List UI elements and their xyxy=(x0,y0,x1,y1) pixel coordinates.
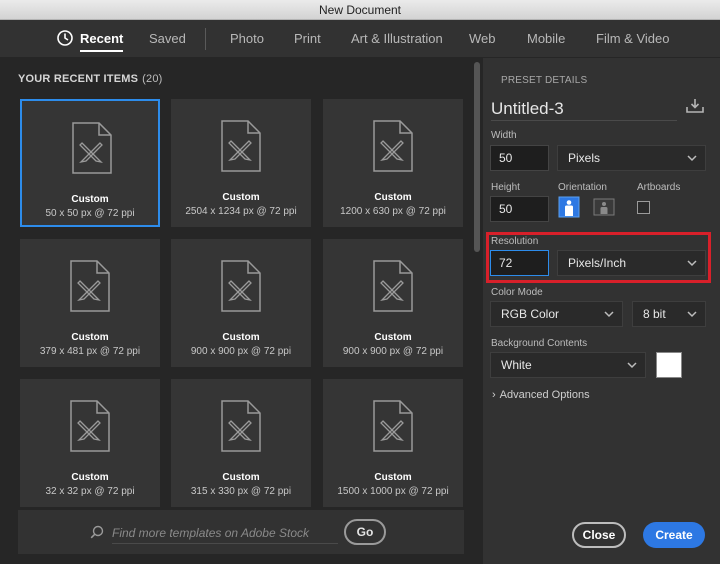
document-icon xyxy=(373,120,413,172)
background-contents-dropdown[interactable]: White xyxy=(490,352,646,378)
save-preset-icon[interactable] xyxy=(685,98,705,114)
document-icon xyxy=(70,260,110,312)
recent-item-card[interactable]: Custom 2504 x 1234 px @ 72 ppi xyxy=(171,99,311,227)
tab-mobile[interactable]: Mobile xyxy=(527,20,565,58)
card-title: Custom xyxy=(71,472,109,483)
tab-print[interactable]: Print xyxy=(294,20,321,58)
document-name-input[interactable] xyxy=(491,97,677,121)
color-mode-label: Color Mode xyxy=(491,287,543,298)
chevron-down-icon xyxy=(604,311,614,318)
tab-divider xyxy=(205,28,206,50)
document-icon xyxy=(70,400,110,452)
card-details: 1200 x 630 px @ 72 ppi xyxy=(340,206,446,217)
recent-item-card[interactable]: Custom 32 x 32 px @ 72 ppi xyxy=(20,379,160,507)
card-details: 315 x 330 px @ 72 ppi xyxy=(190,486,292,497)
chevron-down-icon xyxy=(687,155,697,162)
card-title: Custom xyxy=(222,472,260,483)
document-icon xyxy=(373,260,413,312)
document-icon xyxy=(72,122,112,174)
recent-items-heading: YOUR RECENT ITEMS (20) xyxy=(18,73,163,85)
search-icon xyxy=(90,525,104,539)
tab-art-illustration[interactable]: Art & Illustration xyxy=(351,20,443,58)
recent-item-card[interactable]: Custom 900 x 900 px @ 72 ppi xyxy=(323,239,463,367)
bit-depth-dropdown[interactable]: 8 bit xyxy=(632,301,706,327)
document-icon xyxy=(221,120,261,172)
tab-recent[interactable]: Recent xyxy=(80,20,124,58)
card-details: 379 x 481 px @ 72 ppi xyxy=(39,346,141,357)
window-titlebar: New Document xyxy=(0,0,720,20)
recent-item-card[interactable]: Custom 50 x 50 px @ 72 ppi xyxy=(20,99,160,227)
width-input[interactable] xyxy=(490,145,549,171)
tab-saved[interactable]: Saved xyxy=(149,20,186,58)
recent-items-scrollbar[interactable] xyxy=(474,62,480,252)
card-title: Custom xyxy=(71,194,109,205)
document-icon xyxy=(221,260,261,312)
recent-items-count: (20) xyxy=(142,73,163,85)
artboards-label: Artboards xyxy=(637,182,681,193)
active-tab-indicator xyxy=(80,50,124,52)
orientation-label: Orientation xyxy=(558,182,607,193)
advanced-options-toggle[interactable]: › Advanced Options xyxy=(492,389,590,401)
close-button[interactable]: Close xyxy=(572,522,626,548)
resolution-input[interactable] xyxy=(490,250,549,276)
preset-details-label: PRESET DETAILS xyxy=(501,75,588,86)
window-title: New Document xyxy=(318,3,402,17)
background-color-swatch[interactable] xyxy=(656,352,682,378)
card-title: Custom xyxy=(374,332,412,343)
card-title: Custom xyxy=(71,332,109,343)
recent-item-card[interactable]: Custom 900 x 900 px @ 72 ppi xyxy=(171,239,311,367)
card-title: Custom xyxy=(374,192,412,203)
width-unit-dropdown[interactable]: Pixels xyxy=(557,145,706,171)
landscape-orientation-icon[interactable] xyxy=(593,196,615,218)
background-contents-label: Background Contents xyxy=(491,338,588,349)
height-label: Height xyxy=(491,182,520,193)
adobe-stock-search-bar: Go xyxy=(18,510,464,554)
document-icon xyxy=(221,400,261,452)
card-details: 32 x 32 px @ 72 ppi xyxy=(45,486,135,497)
resolution-label: Resolution xyxy=(491,236,539,247)
recent-item-card[interactable]: Custom 379 x 481 px @ 72 ppi xyxy=(20,239,160,367)
tab-film-video[interactable]: Film & Video xyxy=(596,20,669,58)
recent-item-card[interactable]: Custom 1500 x 1000 px @ 72 ppi xyxy=(323,379,463,507)
document-icon xyxy=(373,400,413,452)
chevron-down-icon xyxy=(687,311,697,318)
card-title: Custom xyxy=(222,192,260,203)
chevron-down-icon xyxy=(627,362,637,369)
recent-item-card[interactable]: Custom 315 x 330 px @ 72 ppi xyxy=(171,379,311,507)
card-details: 900 x 900 px @ 72 ppi xyxy=(190,346,292,357)
recent-item-card[interactable]: Custom 1200 x 630 px @ 72 ppi xyxy=(323,99,463,227)
create-button[interactable]: Create xyxy=(643,522,705,548)
clock-icon xyxy=(57,30,73,46)
go-button[interactable]: Go xyxy=(344,519,386,545)
card-details: 50 x 50 px @ 72 ppi xyxy=(45,208,135,219)
preset-category-tabs: Recent Saved Photo Print Art & Illustrat… xyxy=(0,20,720,58)
stock-search-input[interactable] xyxy=(112,522,338,544)
card-title: Custom xyxy=(222,332,260,343)
height-input[interactable] xyxy=(490,196,549,222)
chevron-down-icon xyxy=(687,260,697,267)
portrait-orientation-icon[interactable] xyxy=(558,196,580,218)
color-mode-dropdown[interactable]: RGB Color xyxy=(490,301,623,327)
card-title: Custom xyxy=(374,472,412,483)
card-details: 1500 x 1000 px @ 72 ppi xyxy=(337,486,449,497)
resolution-unit-dropdown[interactable]: Pixels/Inch xyxy=(557,250,706,276)
tab-web[interactable]: Web xyxy=(469,20,496,58)
card-details: 900 x 900 px @ 72 ppi xyxy=(342,346,444,357)
artboards-checkbox[interactable] xyxy=(637,201,650,214)
width-label: Width xyxy=(491,130,517,141)
card-details: 2504 x 1234 px @ 72 ppi xyxy=(185,206,297,217)
tab-photo[interactable]: Photo xyxy=(230,20,264,58)
chevron-right-icon: › xyxy=(492,389,496,401)
